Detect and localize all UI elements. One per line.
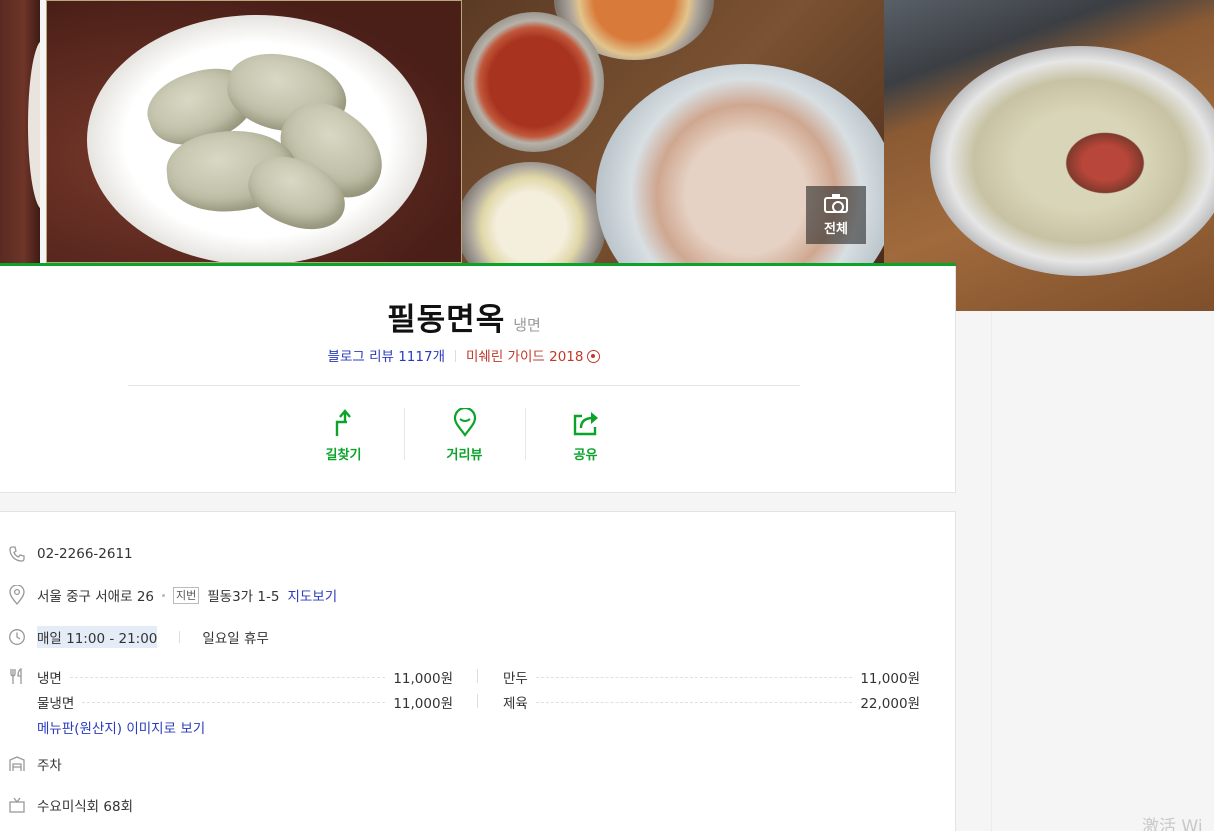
- separator: [455, 350, 456, 362]
- menu-image-link[interactable]: 메뉴판(원산지) 이미지로 보기: [37, 717, 205, 737]
- street-view-pin-icon: [453, 408, 476, 437]
- parking-row: 주차: [0, 754, 62, 774]
- place-name: 필동면옥: [387, 302, 506, 338]
- parking-icon: [9, 756, 25, 771]
- all-photos-button[interactable]: 전체: [806, 186, 866, 244]
- menu-item-price: 11,000원: [393, 696, 453, 712]
- menu-image-row: 메뉴판(원산지) 이미지로 보기: [37, 717, 337, 737]
- place-detail-page: 전체 필동면옥냉면 블로그 리뷰 1117개미쉐린 가이드 2018 길찾기: [0, 0, 1214, 831]
- photo-boiled-pork[interactable]: 전체: [462, 0, 884, 263]
- menu-row-icon: [0, 667, 37, 685]
- place-info-card: 02-2266-2611 서울 중구 서애로 26 지번 필동3가 1-5 지도…: [0, 511, 956, 831]
- michelin-icon: [587, 350, 601, 363]
- menu-item: 만두 11,000원: [503, 667, 920, 687]
- menu-item: 냉면 11,000원: [37, 667, 453, 687]
- tv-row: 수요미식회 68회: [0, 795, 133, 815]
- photo-dumplings[interactable]: [46, 0, 462, 263]
- business-hours: 매일 11:00 - 21:00: [37, 626, 158, 648]
- street-view-button[interactable]: 거리뷰: [404, 406, 525, 466]
- activation-watermark: 激活 Wi: [1142, 817, 1203, 831]
- menu-item-name: 물냉면: [37, 696, 75, 712]
- photo-thumbnail-prev[interactable]: [0, 0, 40, 263]
- lot-address: 필동3가 1-5: [207, 589, 280, 605]
- share-button[interactable]: 공유: [525, 406, 646, 466]
- location-pin-icon: [9, 585, 25, 605]
- menu-item-price: 22,000원: [860, 696, 920, 712]
- street-view-label: 거리뷰: [446, 448, 483, 463]
- utensils-icon: [10, 667, 22, 684]
- tv-icon: [9, 797, 25, 813]
- phone-number[interactable]: 02-2266-2611: [37, 546, 133, 562]
- right-panel: [991, 311, 1214, 831]
- road-address: 서울 중구 서애로 26: [37, 589, 154, 605]
- menu-item-name: 제육: [503, 696, 528, 712]
- menu-item-price: 11,000원: [860, 671, 920, 687]
- tv-appearance: 수요미식회 68회: [37, 799, 133, 815]
- phone-icon: [9, 546, 25, 562]
- menu-item-price: 11,000원: [393, 671, 453, 687]
- lot-number-tag: 지번: [173, 586, 200, 604]
- radish-bowl-image: [462, 162, 606, 263]
- separator: [477, 669, 478, 683]
- parking-info: 주차: [37, 758, 62, 774]
- summary-links: 블로그 리뷰 1117개 미쉐린 가이드 2018: [0, 345, 928, 365]
- menu-item: 제육 22,000원: [503, 692, 920, 712]
- title-row: 필동면옥 냉면: [0, 294, 928, 339]
- closed-day: 일요일 휴무: [202, 631, 269, 647]
- share-icon: [573, 412, 598, 436]
- michelin-guide-link[interactable]: 미쉐린 가이드 2018: [466, 349, 583, 365]
- divider: [128, 385, 800, 386]
- directions-icon: [335, 409, 351, 436]
- sauce-bowl-image: [464, 12, 604, 152]
- directions-label: 길찾기: [325, 448, 362, 463]
- separator: [477, 694, 478, 708]
- menu-item-name: 냉면: [37, 671, 62, 687]
- share-label: 공유: [573, 448, 598, 463]
- plate-image: [28, 40, 40, 210]
- hours-row: 매일 11:00 - 21:00 일요일 휴무: [0, 626, 269, 648]
- directions-button[interactable]: 길찾기: [283, 406, 404, 466]
- camera-icon: [824, 194, 848, 213]
- topping-image: [1060, 128, 1150, 198]
- all-photos-label: 전체: [824, 222, 848, 237]
- menu-item-name: 만두: [503, 671, 528, 687]
- place-category: 냉면: [513, 316, 541, 334]
- action-bar: 길찾기 거리뷰 공유: [283, 406, 646, 466]
- view-map-link[interactable]: 지도보기: [287, 585, 337, 605]
- blog-review-link[interactable]: 블로그 리뷰 1117개: [328, 349, 445, 365]
- separator: [179, 631, 181, 643]
- phone-row: 02-2266-2611: [0, 545, 133, 563]
- address-row: 서울 중구 서애로 26 지번 필동3가 1-5 지도보기: [0, 585, 337, 605]
- clock-icon: [9, 629, 25, 645]
- place-summary-card: 필동면옥 냉면 블로그 리뷰 1117개 미쉐린 가이드 2018 길찾기 거리…: [0, 266, 956, 493]
- menu-item: 물냉면 11,000원: [37, 692, 453, 712]
- dot-separator: [162, 593, 165, 597]
